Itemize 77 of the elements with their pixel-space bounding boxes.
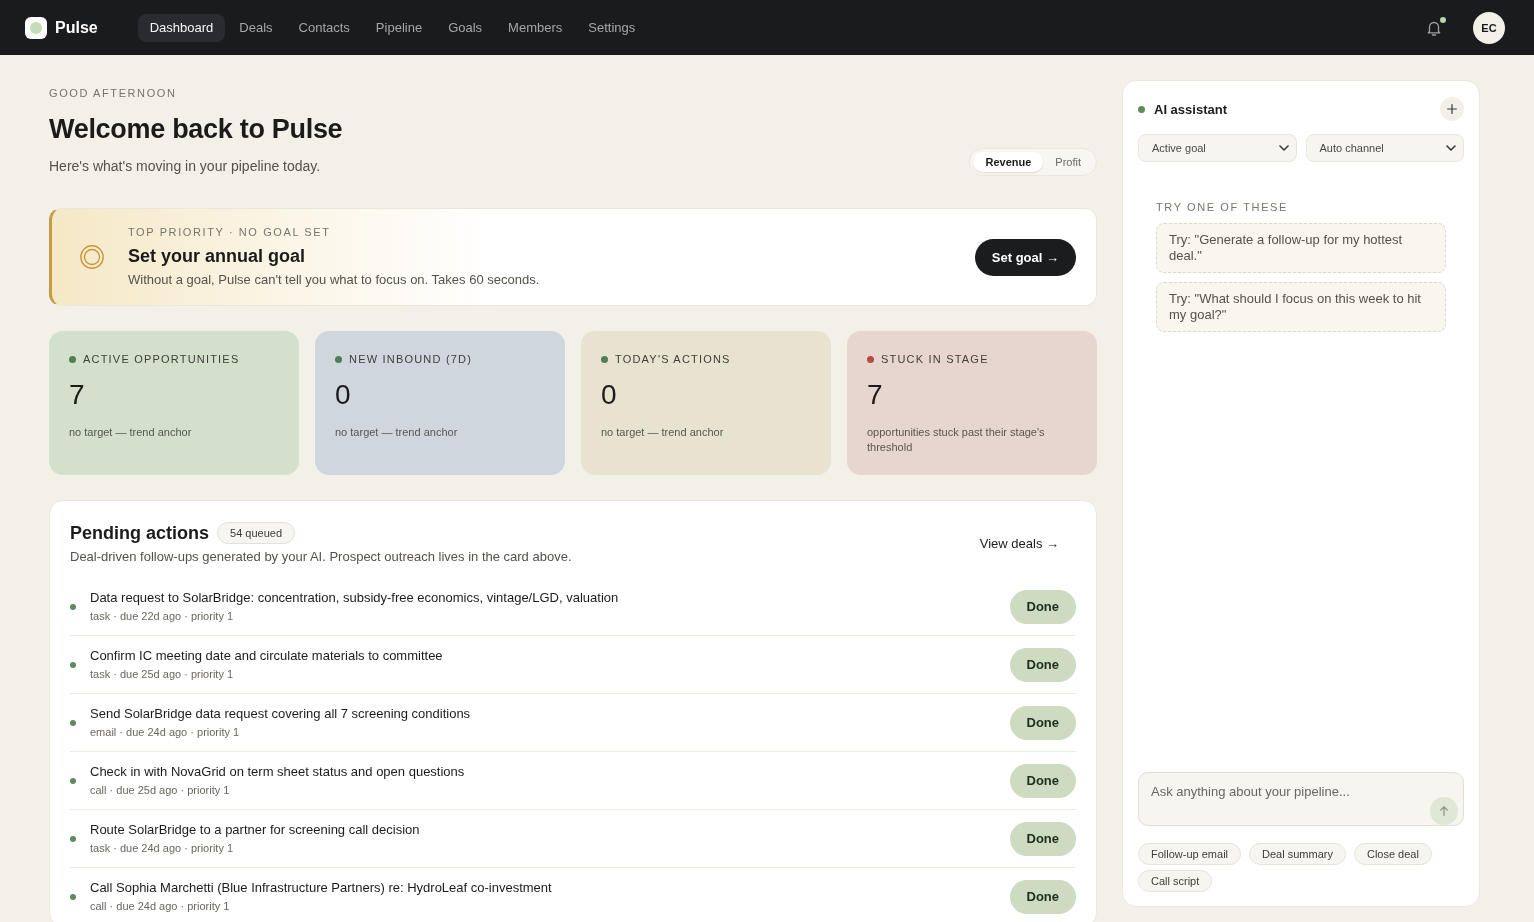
- stat-label: TODAY'S ACTIONS: [615, 352, 731, 366]
- stat-note: no target — trend anchor: [335, 425, 459, 440]
- action-meta: call · due 25d ago · priority 1: [90, 783, 231, 798]
- stat-label: STUCK IN STAGE: [881, 352, 989, 366]
- bullet-dot-icon: [70, 777, 76, 784]
- quick-prompt-chip[interactable]: Close deal: [1353, 843, 1432, 865]
- toggle-option[interactable]: Profit: [1043, 152, 1093, 172]
- action-title: Check in with NovaGrid on term sheet status and open questions: [90, 763, 465, 781]
- suggestion-prompt[interactable]: Try: "What should I focus on this week to hit my goal?": [1156, 282, 1446, 332]
- logo-icon: [25, 16, 47, 39]
- quick-prompt-chip[interactable]: Deal summary: [1249, 843, 1346, 865]
- stat-label: NEW INBOUND (7D): [349, 352, 473, 366]
- queued-count: 54 queued: [217, 522, 296, 544]
- quick-prompt-chip[interactable]: Call script: [1138, 870, 1213, 892]
- page-subtitle: Here's what's moving in your pipeline today.: [49, 157, 322, 176]
- done-button[interactable]: Done: [1009, 705, 1076, 740]
- nav-link[interactable]: Contacts: [286, 13, 362, 42]
- done-button[interactable]: Done: [1009, 647, 1076, 682]
- target-icon: [80, 245, 104, 269]
- action-meta: task · due 24d ago · priority 1: [90, 841, 235, 856]
- action-meta: call · due 24d ago · priority 1: [90, 899, 231, 914]
- nav-link[interactable]: Pipeline: [363, 13, 435, 42]
- nav-link[interactable]: Dashboard: [137, 13, 226, 42]
- section-subtitle: Deal-driven follow-ups generated by your AI. Prospect outreach lives in the card above.: [70, 548, 572, 566]
- stat-note: opportunities stuck past their stage's threshold: [867, 425, 1046, 455]
- nav-link[interactable]: Goals: [436, 13, 495, 42]
- chevron-down-icon: [1278, 145, 1289, 151]
- toggle-option[interactable]: Revenue: [973, 152, 1044, 172]
- priority-description: Without a goal, Pulse can't tell you what to focus on. Takes 60 seconds.: [128, 271, 540, 289]
- stat-note: no target — trend anchor: [69, 425, 193, 440]
- action-title: Data request to SolarBridge: concentration, subsidy-free economics, vintage/LGD, valuation: [90, 589, 619, 607]
- dropdown-select[interactable]: Active goal: [1138, 134, 1297, 162]
- bullet-dot-icon: [70, 893, 76, 900]
- done-button[interactable]: Done: [1009, 763, 1076, 798]
- plus-icon: [1447, 104, 1457, 114]
- stat-value: 7: [867, 378, 884, 412]
- add-button[interactable]: [1440, 97, 1464, 121]
- action-meta: task · due 25d ago · priority 1: [90, 667, 235, 682]
- nav-link[interactable]: Deals: [227, 13, 285, 42]
- action-meta: task · due 22d ago · priority 1: [90, 609, 235, 624]
- action-title: Confirm IC meeting date and circulate materials to committee: [90, 647, 443, 665]
- priority-title: Set your annual goal: [128, 245, 307, 268]
- chevron-down-icon: [1446, 145, 1456, 151]
- priority-label: TOP PRIORITY · NO GOAL SET: [128, 225, 332, 239]
- action-title: Send SolarBridge data request covering all 7 screening conditions: [90, 705, 471, 723]
- done-button[interactable]: Done: [1009, 879, 1076, 914]
- dropdown-select[interactable]: Auto channel: [1305, 134, 1464, 162]
- bullet-dot-icon: [70, 719, 76, 726]
- stat-note: no target — trend anchor: [601, 425, 725, 440]
- assistant-title: AI assistant: [1154, 101, 1227, 117]
- bullet-dot-icon: [70, 835, 76, 842]
- nav-link[interactable]: Settings: [576, 13, 648, 42]
- suggestions-label: TRY ONE OF THESE: [1156, 200, 1289, 214]
- bullet-dot-icon: [70, 661, 76, 668]
- done-button[interactable]: Done: [1009, 589, 1076, 624]
- stat-value: 0: [335, 378, 352, 412]
- quick-prompt-chip[interactable]: Follow-up email: [1138, 843, 1242, 865]
- stat-value: 0: [601, 378, 618, 412]
- done-button[interactable]: Done: [1009, 821, 1076, 856]
- page-title: Welcome back to Pulse: [49, 113, 343, 146]
- bullet-dot-icon: [70, 603, 76, 610]
- greeting-label: GOOD AFTERNOON: [49, 86, 178, 100]
- status-dot-icon: [1138, 105, 1145, 113]
- action-title: Call Sophia Marchetti (Blue Infrastructure Partners) re: HydroLeaf co-investment: [90, 879, 552, 897]
- set-goal-button[interactable]: Set goal →: [974, 238, 1076, 276]
- arrow-up-icon: [1440, 806, 1448, 816]
- nav-link[interactable]: Members: [496, 13, 575, 42]
- suggestion-prompt[interactable]: Try: "Generate a follow-up for my hottest deal.": [1156, 223, 1446, 273]
- action-title: Route SolarBridge to a partner for screening call decision: [90, 821, 420, 839]
- action-meta: email · due 24d ago · priority 1: [90, 725, 241, 740]
- user-avatar[interactable]: EC: [1473, 11, 1505, 44]
- stat-label: ACTIVE OPPORTUNITIES: [83, 352, 240, 366]
- chat-input[interactable]: Ask anything about your pipeline...: [1138, 772, 1464, 826]
- view-deals-link[interactable]: View deals →: [979, 536, 1059, 551]
- stat-value: 7: [69, 378, 86, 412]
- brand-name: Pulse: [55, 18, 98, 37]
- section-title: Pending actions: [70, 522, 210, 545]
